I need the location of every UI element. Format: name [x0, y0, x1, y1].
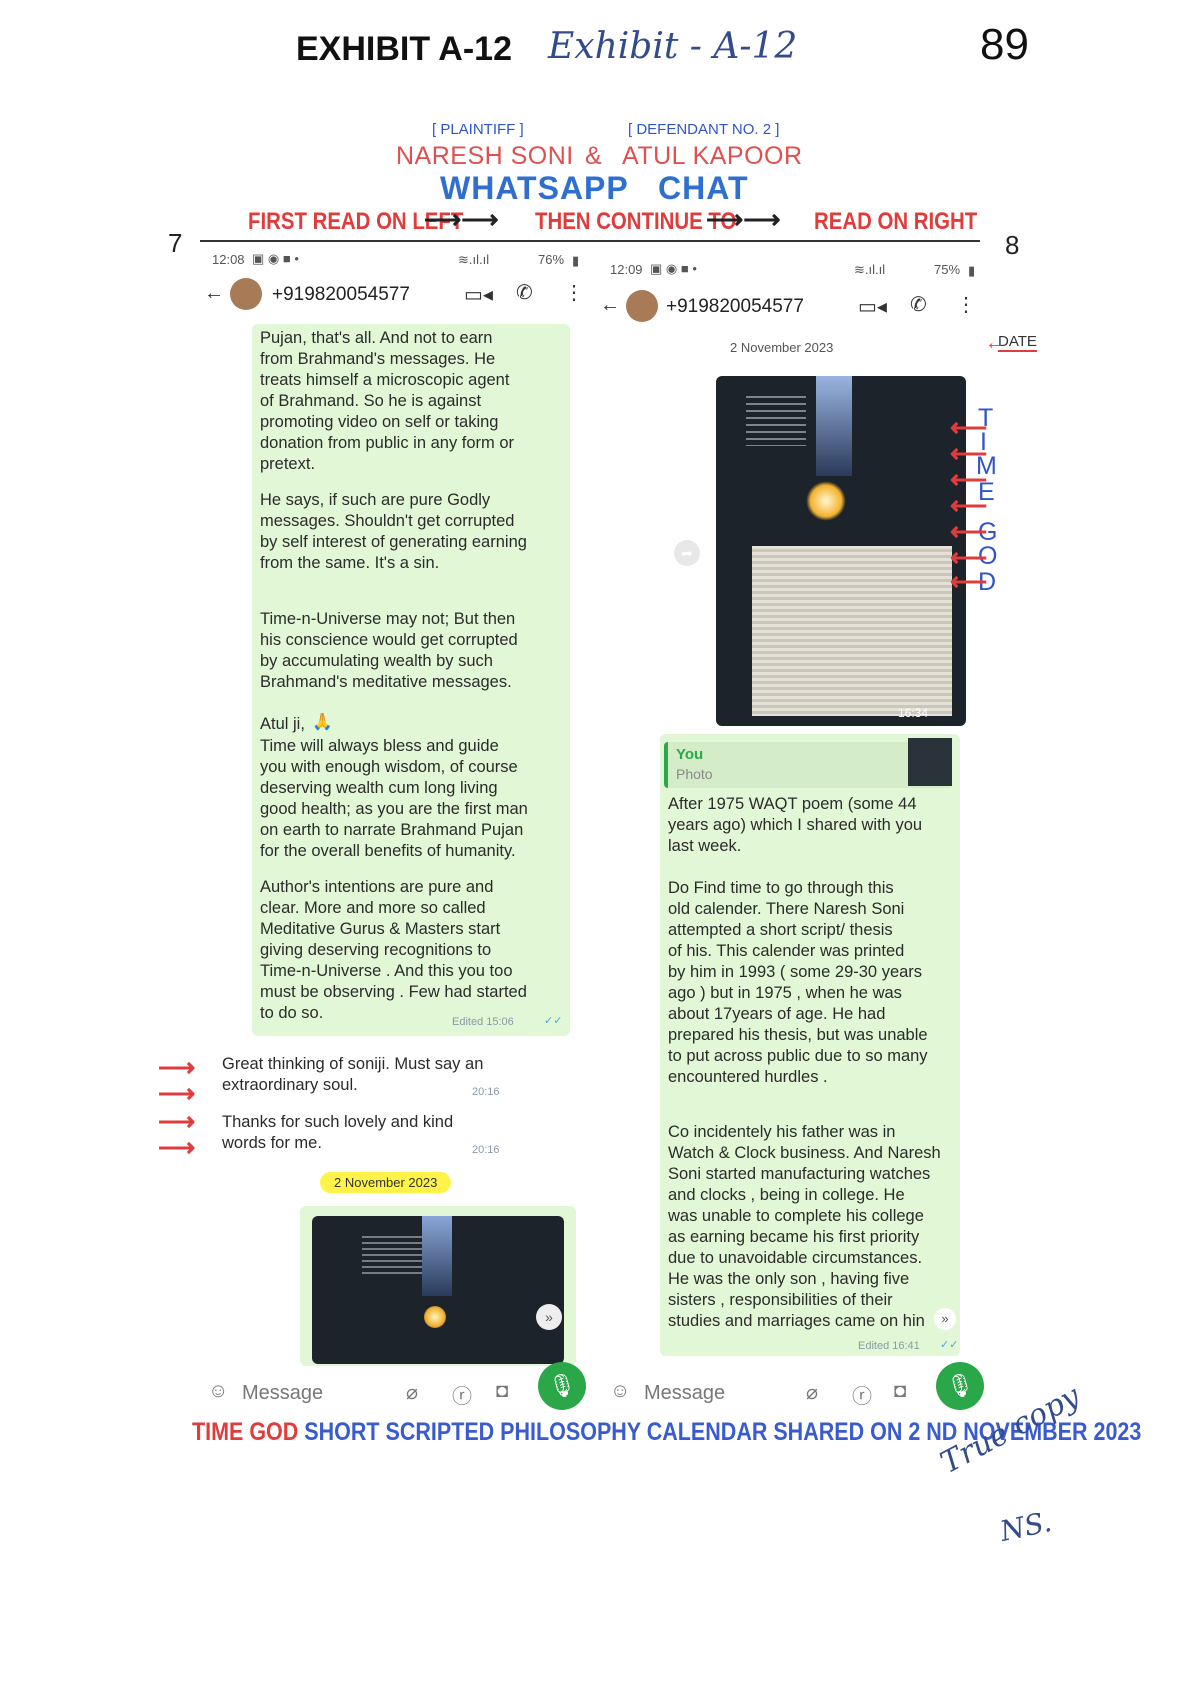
reply-sender: You — [676, 746, 704, 763]
annotation-arrow-icon: ⟶ — [158, 1078, 196, 1108]
left-phone-screenshot: 12:08 ▣ ◉ ■ • ≋.ıl.ıl 76% ▮ ← +919820054… — [200, 248, 585, 1378]
date-separator: 2 November 2023 — [730, 340, 834, 355]
outgoing-message-bubble[interactable]: Pujan, that's all. And not to earn from … — [252, 324, 570, 1036]
divider-line — [200, 240, 980, 242]
rupee-icon[interactable]: ⓡ — [852, 1380, 872, 1409]
contact-phone-number[interactable]: +919820054577 — [272, 284, 410, 306]
attach-icon[interactable]: ⌀ — [406, 1380, 418, 1405]
handwritten-exhibit-label: Exhibit - A-12 — [548, 26, 798, 67]
message-text: Do Find time to go through this old cale… — [668, 879, 928, 1086]
message-text: Pujan, that's all. And not to earn from … — [260, 329, 515, 473]
scroll-down-icon[interactable]: » — [934, 1308, 956, 1330]
signal-icon: ≋.ıl.ıl — [854, 262, 886, 277]
arrow-right-icon: ⟶⟶ — [706, 204, 781, 234]
status-bar-time: 12:08 — [212, 252, 245, 267]
message-text: Co incidentely his father was in Watch &… — [668, 1123, 941, 1330]
reply-thumbnail — [908, 738, 952, 786]
left-side-number: 7 — [168, 228, 183, 258]
battery-icon: ▮ — [968, 263, 976, 278]
rupee-icon[interactable]: ⓡ — [452, 1380, 472, 1409]
scroll-down-icon[interactable]: » — [536, 1304, 562, 1330]
defendant-name: ATUL KAPOOR — [622, 142, 803, 170]
annotation-arrow-icon: ⟵ — [950, 566, 988, 596]
greeting-text: Atul ji, — [260, 715, 305, 733]
message-text: He says, if such are pure Godly messages… — [260, 491, 527, 572]
video-call-icon[interactable]: ▭◂ — [858, 294, 887, 319]
calendar-photo[interactable]: 16:34 — [716, 376, 966, 726]
ampersand: & — [585, 142, 603, 170]
chat-title-whatsapp: WHATSAPP — [440, 170, 629, 206]
annotation-arrow-icon: ⟶ — [158, 1132, 196, 1162]
message-text: Time will always bless and guide you wit… — [260, 737, 528, 860]
battery-level: 76% — [538, 252, 565, 267]
reply-photo-label: Photo — [676, 766, 713, 782]
arrow-right-icon: ⟶⟶ — [424, 204, 499, 234]
image-timestamp: 16:34 — [898, 706, 929, 720]
message-input[interactable]: Message — [644, 1382, 725, 1405]
more-options-icon[interactable]: ⋮ — [564, 280, 584, 305]
date-separator: 2 November 2023 — [320, 1172, 452, 1193]
mic-button[interactable]: 🎙 — [936, 1362, 984, 1410]
folded-hands-emoji: 🙏 — [312, 713, 333, 731]
edited-timestamp: Edited 15:06 — [452, 1016, 514, 1028]
message-timestamp: 20:16 — [472, 1086, 500, 1098]
video-call-icon[interactable]: ▭◂ — [464, 282, 493, 307]
mic-button[interactable]: 🎙 — [538, 1362, 586, 1410]
phone-call-icon[interactable]: ✆ — [516, 280, 533, 305]
status-icons: ▣ ◉ ■ • — [650, 261, 697, 276]
battery-icon: ▮ — [572, 253, 580, 268]
exhibit-label: EXHIBIT A-12 — [296, 30, 513, 68]
back-arrow-icon[interactable]: ← — [204, 282, 224, 305]
message-text: After 1975 WAQT poem (some 44 years ago)… — [668, 795, 923, 855]
more-options-icon[interactable]: ⋮ — [956, 292, 976, 317]
status-bar-time: 12:09 — [610, 262, 643, 277]
phone-call-icon[interactable]: ✆ — [910, 292, 927, 317]
read-right-instruction: READ ON RIGHT — [814, 208, 978, 235]
status-icons: ▣ ◉ ■ • — [252, 251, 299, 266]
camera-icon[interactable]: ◘ — [894, 1380, 906, 1403]
message-text: Time-n-Universe may not; But then his co… — [260, 610, 518, 691]
handwritten-initials: NS. — [997, 1504, 1055, 1549]
camera-icon[interactable]: ◘ — [496, 1380, 508, 1403]
read-receipt-icon: ✓✓ — [940, 1339, 959, 1351]
outgoing-message-bubble[interactable]: You Photo After 1975 WAQT poem (some 44 … — [660, 734, 960, 1356]
message-input[interactable]: Message — [242, 1382, 323, 1405]
caption-highlight: TIME GOD — [192, 1418, 299, 1446]
plaintiff-name: NARESH SONI — [396, 142, 574, 170]
chat-title-chat: CHAT — [658, 170, 749, 206]
image-message-bubble[interactable]: » — [300, 1206, 576, 1366]
attach-icon[interactable]: ⌀ — [806, 1380, 818, 1405]
edited-timestamp: Edited 16:41 — [858, 1340, 920, 1352]
read-receipt-icon: ✓✓ — [544, 1015, 563, 1027]
plaintiff-role: [ PLAINTIFF ] — [432, 121, 524, 138]
defendant-role: [ DEFENDANT NO. 2 ] — [628, 121, 780, 138]
back-arrow-icon[interactable]: ← — [600, 294, 620, 317]
annotation-arrow-icon: ← — [985, 332, 1005, 354]
calendar-photo[interactable] — [312, 1216, 564, 1364]
reply-quote[interactable]: You Photo — [664, 738, 952, 788]
contact-avatar[interactable] — [626, 290, 658, 322]
signal-icon: ≋.ıl.ıl — [458, 252, 490, 267]
contact-avatar[interactable] — [230, 278, 262, 310]
emoji-icon[interactable]: ☺ — [208, 1380, 228, 1403]
right-phone-screenshot: 12:09 ▣ ◉ ■ • ≋.ıl.ıl 75% ▮ ← +919820054… — [598, 254, 983, 1374]
right-side-number: 8 — [1005, 230, 1020, 260]
emoji-icon[interactable]: ☺ — [610, 1380, 630, 1403]
message-text: Author's intentions are pure and clear. … — [260, 878, 527, 1022]
message-timestamp: 20:16 — [472, 1144, 500, 1156]
battery-level: 75% — [934, 262, 961, 277]
forward-icon[interactable]: ➦ — [674, 540, 700, 566]
page-number: 89 — [980, 20, 1029, 69]
contact-phone-number[interactable]: +919820054577 — [666, 296, 804, 318]
